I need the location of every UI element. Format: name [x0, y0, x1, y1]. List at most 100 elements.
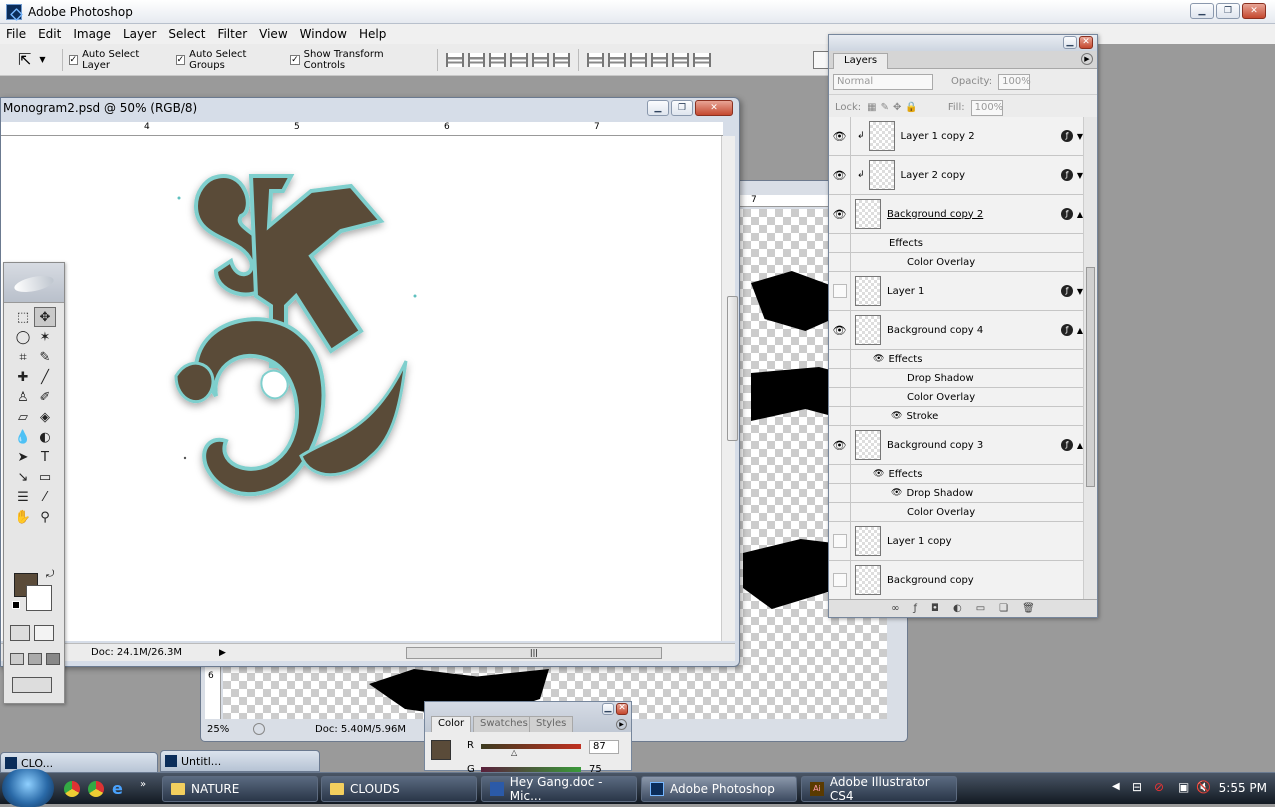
align-vcenter-icon[interactable]	[467, 52, 485, 67]
collapse-button[interactable]: ▁	[602, 703, 614, 715]
visibility-empty[interactable]	[829, 503, 851, 521]
move-tool-icon[interactable]: ⇱	[18, 50, 31, 69]
menu-window[interactable]: Window	[294, 27, 353, 41]
taskbar-item-illustrator[interactable]: Ai Adobe Illustrator CS4	[801, 775, 957, 803]
taskbar-item-photoshop[interactable]: Adobe Photoshop	[641, 776, 797, 802]
type-tool-icon[interactable]: T	[34, 448, 56, 468]
layer-name[interactable]: Layer 1 copy 2	[901, 131, 975, 142]
fx-icon[interactable]: ƒ	[1061, 285, 1073, 297]
link-layers-icon[interactable]: ∞	[891, 603, 899, 614]
device-icon[interactable]: ▣	[1178, 780, 1189, 794]
red-value[interactable]: 87	[589, 740, 619, 754]
distribute-top-icon[interactable]	[587, 52, 605, 67]
menu-filter[interactable]: Filter	[211, 27, 253, 41]
restore-button[interactable]: ❐	[671, 100, 693, 116]
swap-colors-icon[interactable]: ⤾	[46, 569, 54, 580]
layer-style-icon[interactable]: ƒ	[914, 603, 918, 614]
chrome-icon[interactable]	[88, 781, 104, 797]
tray-expand-icon[interactable]: ◀	[1112, 781, 1120, 792]
history-brush-icon[interactable]: ✐	[34, 388, 56, 408]
effect-eye-icon[interactable]: 👁	[873, 354, 884, 364]
effect-eye-icon[interactable]: 👁	[891, 488, 902, 498]
visibility-toggle[interactable]	[829, 522, 851, 560]
brush-tool-icon[interactable]: ╱	[34, 368, 56, 388]
notes-tool-icon[interactable]: ☰	[12, 488, 34, 508]
visibility-empty[interactable]	[829, 465, 851, 483]
layer-name[interactable]: Background copy 3	[887, 440, 983, 451]
default-colors-icon[interactable]	[12, 601, 20, 609]
screen-mode-full-icon[interactable]	[46, 653, 60, 665]
adjustment-layer-icon[interactable]: ◐	[953, 603, 962, 614]
layers-panel-titlebar[interactable]: ▁ ✕	[829, 35, 1097, 51]
layer-row[interactable]: Layer 1 ƒ ▼	[829, 272, 1083, 311]
menu-select[interactable]: Select	[162, 27, 211, 41]
layer-row[interactable]: Layer 1 copy	[829, 522, 1083, 561]
visibility-eye-icon[interactable]: 👁	[829, 311, 851, 349]
network-icon[interactable]: ⊟	[1132, 780, 1142, 794]
security-icon[interactable]: ⊘	[1154, 780, 1164, 794]
layers-scrollbar[interactable]	[1083, 117, 1097, 601]
magic-wand-tool-icon[interactable]: ✶	[34, 328, 56, 348]
quick-launch-more-icon[interactable]: »	[140, 779, 146, 790]
visibility-toggle[interactable]	[829, 272, 851, 310]
distribute-right-icon[interactable]	[693, 52, 711, 67]
shape-tool-icon[interactable]: ▭	[34, 468, 56, 488]
taskbar-item-word-doc[interactable]: Hey Gang.doc - Mic...	[481, 775, 637, 803]
dodge-tool-icon[interactable]: ◐	[34, 428, 56, 448]
chrome-icon[interactable]	[64, 781, 80, 797]
panel-close-button[interactable]: ✕	[616, 703, 628, 715]
new-layer-icon[interactable]: ❏	[999, 603, 1008, 614]
align-hcenter-icon[interactable]	[531, 52, 549, 67]
visibility-empty[interactable]	[829, 369, 851, 387]
panel-menu-icon[interactable]: ▶	[616, 719, 627, 730]
menu-help[interactable]: Help	[353, 27, 392, 41]
layer-row[interactable]: 👁 Background copy 4 ƒ ▲	[829, 311, 1083, 350]
marquee-tool-icon[interactable]: ⬚	[12, 308, 34, 328]
distribute-vcenter-icon[interactable]	[608, 52, 626, 67]
taskbar-item-clouds[interactable]: CLOUDS	[321, 776, 477, 802]
fx-icon[interactable]: ƒ	[1061, 439, 1073, 451]
fx-icon[interactable]: ƒ	[1061, 208, 1073, 220]
tool-preset-dropdown-icon[interactable]: ▼	[39, 55, 45, 64]
layer-row[interactable]: 👁 Background copy 3 ƒ ▲	[829, 426, 1083, 465]
clone-stamp-icon[interactable]: ♙	[12, 388, 34, 408]
background-color-swatch[interactable]	[26, 585, 52, 611]
scrollbar-thumb[interactable]	[727, 296, 738, 441]
taskbar-item-nature[interactable]: NATURE	[162, 776, 318, 802]
standard-mode-icon[interactable]	[10, 625, 30, 641]
volume-muted-icon[interactable]: 🔇	[1196, 780, 1211, 794]
add-mask-icon[interactable]: ◘	[931, 603, 939, 614]
path-select-icon[interactable]: ➤	[12, 448, 34, 468]
color-swatch[interactable]	[431, 740, 451, 760]
lock-all-icon[interactable]: 🔒	[905, 102, 917, 113]
panel-menu-icon[interactable]: ▶	[1081, 53, 1093, 65]
distribute-bottom-icon[interactable]	[629, 52, 647, 67]
effects-row[interactable]: 👁 Effects	[829, 465, 1083, 484]
close-button[interactable]: ✕	[1242, 3, 1266, 19]
pen-tool-icon[interactable]: ↘	[12, 468, 34, 488]
fx-icon[interactable]: ƒ	[1061, 169, 1073, 181]
distribute-hcenter-icon[interactable]	[672, 52, 690, 67]
scrollbar-thumb[interactable]	[1086, 267, 1095, 487]
align-bottom-icon[interactable]	[489, 52, 507, 67]
effect-eye-icon[interactable]: 👁	[873, 469, 884, 479]
visibility-eye-icon[interactable]: 👁	[829, 156, 851, 194]
effect-row[interactable]: 👁 Stroke	[829, 407, 1083, 426]
crop-tool-icon[interactable]: ⌗	[12, 348, 34, 368]
system-clock[interactable]: 5:55 PM	[1219, 781, 1267, 795]
new-group-icon[interactable]: ▭	[976, 603, 985, 614]
minimize-button[interactable]: ▁	[647, 100, 669, 116]
effect-row[interactable]: Color Overlay	[829, 503, 1083, 522]
effects-row[interactable]: Effects	[829, 234, 1083, 253]
eraser-tool-icon[interactable]: ▱	[12, 408, 34, 428]
menu-image[interactable]: Image	[67, 27, 117, 41]
visibility-empty[interactable]	[829, 484, 851, 502]
zoom-tool-icon[interactable]: ⚲	[34, 508, 56, 528]
layer-name[interactable]: Background copy 4	[887, 325, 983, 336]
minimize-button[interactable]: ▁	[1190, 3, 1214, 19]
eyedropper-icon[interactable]: ⁄	[34, 488, 56, 508]
menu-edit[interactable]: Edit	[32, 27, 67, 41]
healing-brush-icon[interactable]: ✚	[12, 368, 34, 388]
layer-row[interactable]: 👁 Background copy 2 ƒ ▲	[829, 195, 1083, 234]
blend-mode-select[interactable]: Normal	[833, 73, 933, 90]
